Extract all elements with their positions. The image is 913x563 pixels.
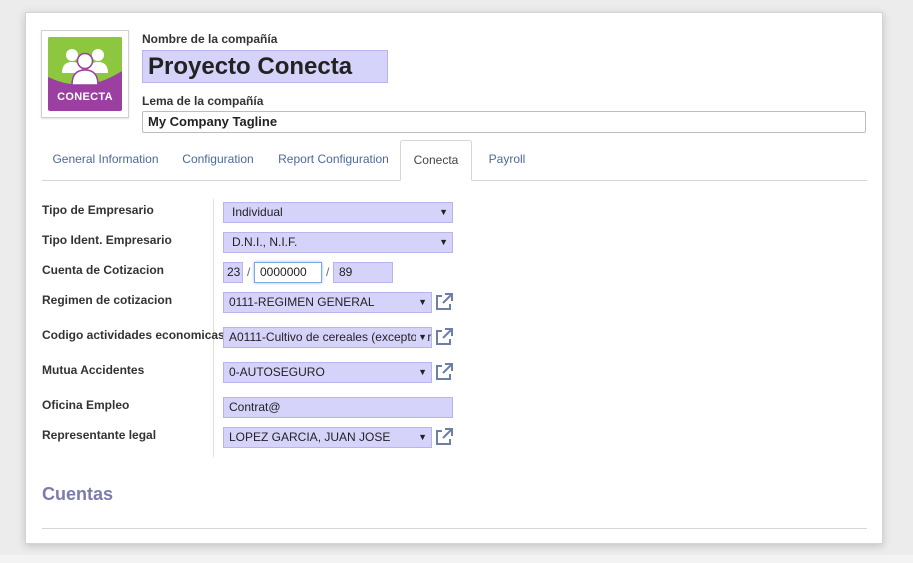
cuenta-cotizacion-part1[interactable]: 23 <box>223 262 243 283</box>
logo-image: CONECTA <box>48 37 122 111</box>
tab-general-information[interactable]: General Information <box>42 140 169 180</box>
section-divider <box>42 528 867 529</box>
cuenta-cotizacion-label: Cuenta de Cotizacion <box>42 263 165 277</box>
mutua-accidentes-select[interactable]: 0-AUTOSEGURO ▼ <box>223 362 432 383</box>
external-link-icon[interactable] <box>434 427 454 447</box>
mutua-accidentes-value: 0-AUTOSEGURO <box>229 365 325 379</box>
tipo-empresario-value: Individual <box>232 205 283 219</box>
representante-legal-label: Representante legal <box>42 428 157 442</box>
chevron-down-icon: ▼ <box>439 237 448 247</box>
representante-legal-select[interactable]: LOPEZ GARCIA, JUAN JOSE ▼ <box>223 427 432 448</box>
tab-conecta[interactable]: Conecta <box>400 140 472 181</box>
company-tagline-label: Lema de la compañía <box>142 94 264 108</box>
logo-text: CONECTA <box>57 91 113 103</box>
codigo-actividades-value: A0111-Cultivo de cereales (excepto arroz… <box>229 330 432 344</box>
oficina-empleo-input[interactable]: Contrat@ <box>223 397 453 418</box>
form-sheet: CONECTA Nombre de la compañía Proyecto C… <box>25 12 883 544</box>
cuenta-cotizacion-part3[interactable]: 89 <box>333 262 393 283</box>
chevron-down-icon: ▼ <box>439 207 448 217</box>
tab-configuration[interactable]: Configuration <box>169 140 267 180</box>
company-name-input[interactable]: Proyecto Conecta <box>142 50 388 83</box>
external-link-icon[interactable] <box>434 292 454 312</box>
section-title-cuentas: Cuentas <box>42 484 114 504</box>
representante-legal-value: LOPEZ GARCIA, JUAN JOSE <box>229 430 391 444</box>
mutua-accidentes-label: Mutua Accidentes <box>42 363 145 377</box>
company-logo[interactable]: CONECTA <box>41 30 129 118</box>
tipo-ident-select[interactable]: D.N.I., N.I.F. ▼ <box>223 232 453 253</box>
external-link-icon[interactable] <box>434 327 454 347</box>
codigo-actividades-label: Codigo actividades economicas <box>42 328 225 342</box>
regimen-cotizacion-value: 0111-REGIMEN GENERAL <box>229 295 375 309</box>
regimen-cotizacion-label: Regimen de cotizacion <box>42 293 173 307</box>
chevron-down-icon: ▼ <box>418 367 427 377</box>
chevron-down-icon: ▼ <box>418 297 427 307</box>
regimen-cotizacion-select[interactable]: 0111-REGIMEN GENERAL ▼ <box>223 292 432 313</box>
tipo-empresario-select[interactable]: Individual ▼ <box>223 202 453 223</box>
external-link-icon[interactable] <box>434 362 454 382</box>
chevron-down-icon: ▼ <box>418 432 427 442</box>
page-bottom-strip <box>0 555 913 563</box>
company-tagline-input[interactable]: My Company Tagline <box>142 111 866 133</box>
codigo-actividades-select[interactable]: A0111-Cultivo de cereales (excepto arroz… <box>223 327 432 348</box>
chevron-down-icon: ▼ <box>416 328 427 347</box>
tipo-ident-label: Tipo Ident. Empresario <box>42 233 172 247</box>
separator: / <box>247 265 251 279</box>
cuenta-cotizacion-part2[interactable]: 0000000 <box>254 262 322 283</box>
tipo-ident-value: D.N.I., N.I.F. <box>232 235 298 249</box>
tab-payroll[interactable]: Payroll <box>472 140 542 180</box>
tab-report-configuration[interactable]: Report Configuration <box>267 140 400 180</box>
notebook-tabs: General Information Configuration Report… <box>42 140 867 181</box>
tipo-empresario-label: Tipo de Empresario <box>42 203 154 217</box>
company-name-label: Nombre de la compañía <box>142 32 278 46</box>
oficina-empleo-label: Oficina Empleo <box>42 398 130 412</box>
separator: / <box>326 265 330 279</box>
